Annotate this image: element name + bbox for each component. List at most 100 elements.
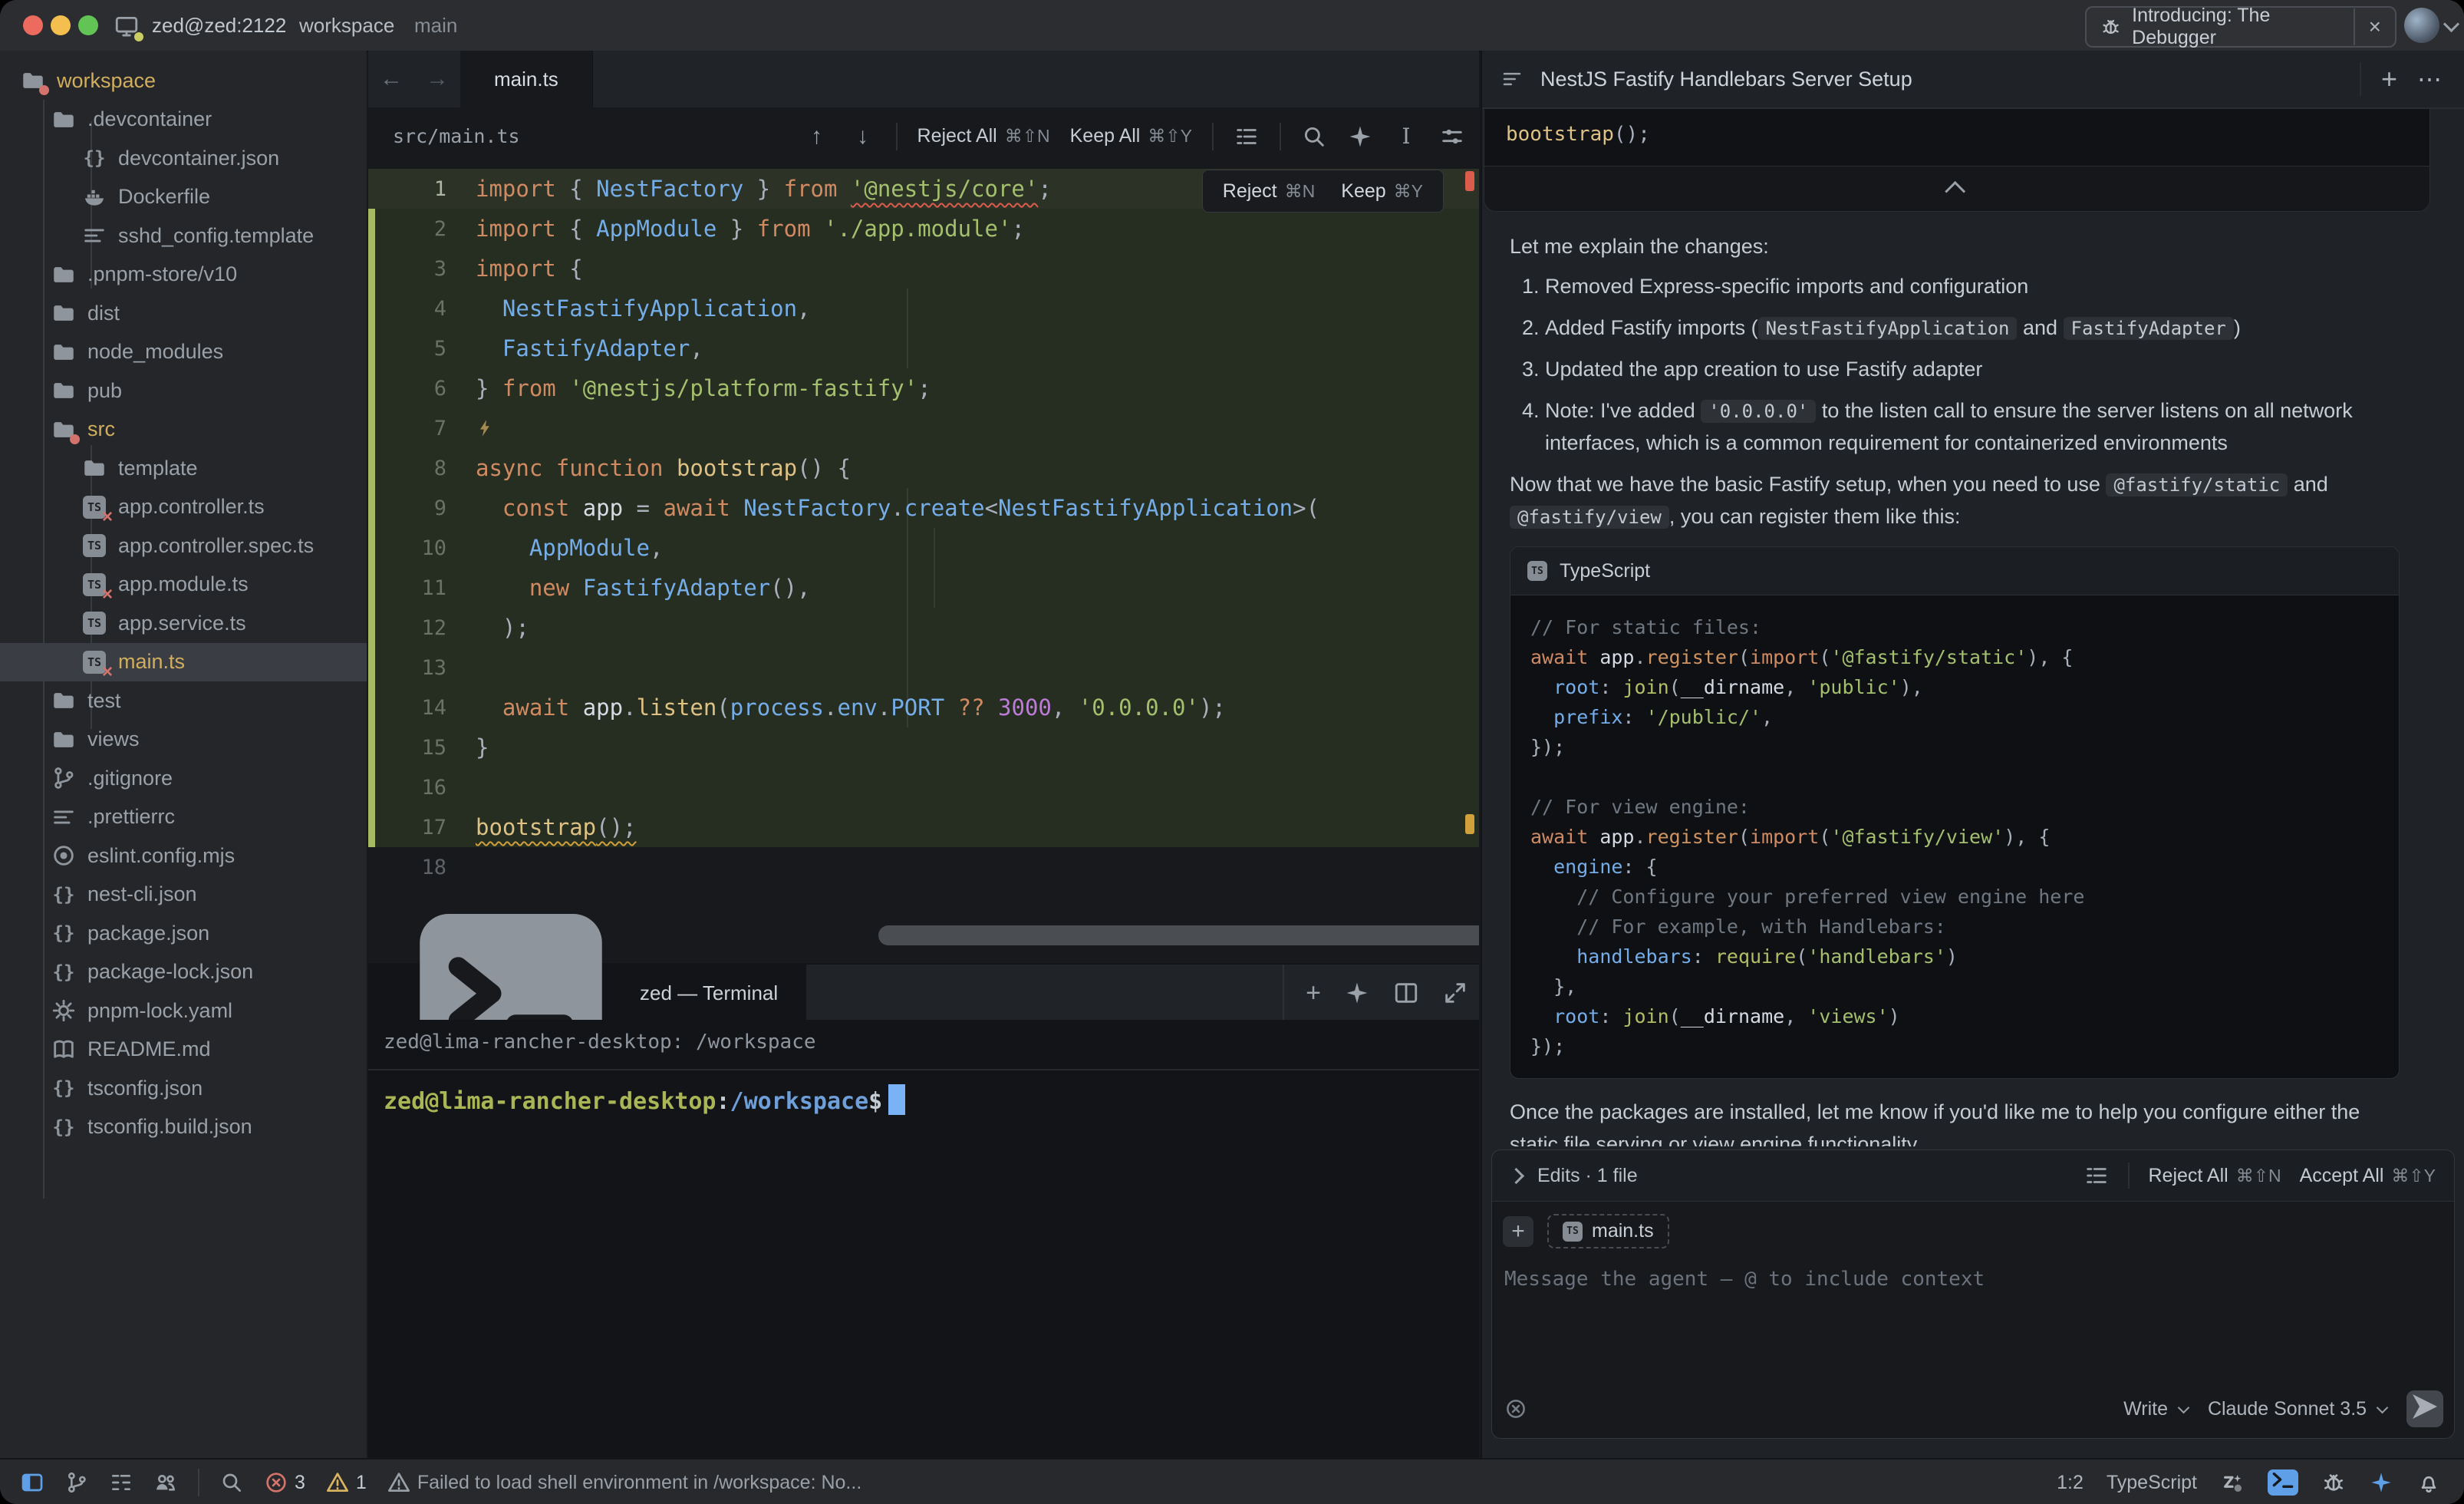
code-line-13[interactable]: 13 [368, 648, 1479, 688]
mode-selector[interactable]: Write [2123, 1398, 2188, 1420]
nav-forward-icon[interactable]: → [426, 66, 449, 92]
sidebar-item-package-json[interactable]: {}package.json [0, 914, 367, 952]
warning-count[interactable]: 1 [325, 1470, 367, 1495]
sidebar-item-package-lock-json[interactable]: {}package-lock.json [0, 953, 367, 991]
code-line-9[interactable]: 9 const app = await NestFactory.create<N… [368, 488, 1479, 528]
outline-panel-icon[interactable] [109, 1470, 133, 1495]
new-terminal-icon[interactable]: + [1306, 978, 1321, 1008]
terminal[interactable]: zed@lima-rancher-desktop: /workspace zed… [368, 1020, 1479, 1458]
new-thread-button[interactable]: + [2361, 63, 2417, 95]
context-chip-main-ts[interactable]: TS main.ts [1547, 1214, 1669, 1248]
sidebar-item-test[interactable]: test [0, 681, 367, 720]
close-window-button[interactable] [23, 15, 43, 35]
hunk-keep-button[interactable]: Keep⌘Y [1341, 180, 1423, 203]
terminal-panel-toggle-icon[interactable] [2268, 1469, 2298, 1496]
code-line-4[interactable]: 4 NestFastifyApplication, [368, 289, 1479, 328]
selection-mode-icon[interactable]: I [1393, 124, 1419, 150]
sidebar-item-src[interactable]: src [0, 411, 367, 449]
code-line-7[interactable]: 7 [368, 408, 1479, 448]
sidebar-item-dockerfile[interactable]: Dockerfile [0, 178, 367, 216]
nav-back-icon[interactable]: ← [380, 66, 403, 92]
sidebar-item-template[interactable]: template [0, 449, 367, 487]
zoom-window-button[interactable] [78, 15, 98, 35]
avatar[interactable] [2404, 8, 2439, 43]
collab-panel-icon[interactable] [153, 1470, 178, 1495]
burn-mode-icon[interactable] [1504, 1397, 1527, 1420]
project-panel-toggle-icon[interactable] [20, 1470, 44, 1495]
tab-main-ts[interactable]: main.ts [460, 51, 593, 107]
debugger-icon[interactable] [2321, 1470, 2346, 1495]
sidebar-item-readme-md[interactable]: README.md [0, 1031, 367, 1069]
horizontal-scrollbar[interactable] [878, 925, 1479, 945]
terminal-tab[interactable]: zed — Terminal [368, 965, 806, 1021]
cursor-position[interactable]: 1:2 [2057, 1472, 2084, 1494]
add-context-button[interactable]: + [1503, 1216, 1533, 1247]
edits-reject-all-button[interactable]: Reject All⌘⇧N [2148, 1165, 2281, 1187]
editor-controls-icon[interactable] [1439, 124, 1465, 150]
sidebar-item-tsconfig-build-json[interactable]: {}tsconfig.build.json [0, 1108, 367, 1146]
send-button[interactable] [2406, 1390, 2443, 1427]
assistant-panel-toggle-icon[interactable] [2369, 1470, 2393, 1495]
notification-close-button[interactable]: × [2355, 15, 2395, 39]
message-composer[interactable]: + TS main.ts Message the agent – @ to in… [1492, 1202, 2454, 1438]
chevron-right-icon[interactable] [1508, 1167, 1524, 1183]
sidebar-item-app-service-ts[interactable]: TSapp.service.ts [0, 604, 367, 642]
sidebar-item-app-controller-spec-ts[interactable]: TSapp.controller.spec.ts [0, 526, 367, 565]
agent-conversation[interactable]: bootstrap(); Let me explain the changes:… [1482, 109, 2464, 1146]
sidebar-item-app-controller-ts[interactable]: TS×app.controller.ts [0, 488, 367, 526]
code-line-16[interactable]: 16 [368, 767, 1479, 807]
terminal-assist-icon[interactable] [1344, 980, 1370, 1006]
sidebar-item-tsconfig-json[interactable]: {}tsconfig.json [0, 1069, 367, 1107]
language-selector[interactable]: TypeScript [2107, 1472, 2197, 1494]
sidebar-item-sshd-config-template[interactable]: sshd_config.template [0, 216, 367, 255]
code-line-11[interactable]: 11 new FastifyAdapter(), [368, 568, 1479, 608]
sidebar-item-node-modules[interactable]: node_modules [0, 333, 367, 371]
code-line-8[interactable]: 8async function bootstrap() { [368, 448, 1479, 488]
code-line-2[interactable]: 2import { AppModule } from './app.module… [368, 209, 1479, 249]
user-menu-chevron-icon[interactable] [2446, 18, 2457, 34]
buffer-search-icon[interactable] [1301, 124, 1327, 150]
project-search-icon[interactable] [219, 1470, 244, 1495]
sidebar-item--pnpm-store-v10[interactable]: .pnpm-store/v10 [0, 256, 367, 294]
model-selector[interactable]: Claude Sonnet 3.5 [2208, 1398, 2387, 1420]
inline-assist-icon[interactable] [1347, 124, 1373, 150]
maximize-panel-icon[interactable] [1442, 980, 1468, 1006]
notifications-icon[interactable] [2416, 1470, 2441, 1495]
code-line-14[interactable]: 14 await app.listen(process.env.PORT ?? … [368, 688, 1479, 727]
code-line-12[interactable]: 12 ); [368, 608, 1479, 648]
thread-title[interactable]: NestJS Fastify Handlebars Server Setup [1540, 68, 1912, 91]
code-editor[interactable]: 1import { NestFactory } from '@nestjs/co… [368, 165, 1479, 963]
sidebar-item-workspace[interactable]: workspace [0, 61, 367, 100]
hunk-reject-button[interactable]: Reject⌘N [1223, 180, 1316, 203]
sidebar-item-app-module-ts[interactable]: TS×app.module.ts [0, 566, 367, 604]
minimize-window-button[interactable] [51, 15, 71, 35]
reject-all-button[interactable]: Reject All⌘⇧N [917, 125, 1050, 147]
sidebar-item-pub[interactable]: pub [0, 371, 367, 410]
collapse-code-button[interactable] [1484, 166, 2429, 211]
sidebar-item-dist[interactable]: dist [0, 294, 367, 332]
edit-prediction-icon[interactable] [2220, 1470, 2245, 1495]
remote-host[interactable]: zed@zed:2122 [152, 0, 286, 51]
thread-history-icon[interactable] [1500, 68, 1524, 91]
code-line-6[interactable]: 6} from '@nestjs/platform-fastify'; [368, 368, 1479, 408]
sidebar-item-main-ts[interactable]: TS×main.ts [0, 643, 367, 681]
project-name[interactable]: workspace [299, 0, 394, 51]
edits-summary[interactable]: Edits · 1 file [1537, 1165, 1638, 1187]
debugger-notification[interactable]: Introducing: The Debugger × [2085, 6, 2396, 48]
shell-env-message[interactable]: Failed to load shell environment in /wor… [387, 1470, 861, 1495]
split-pane-icon[interactable] [1393, 980, 1419, 1006]
sidebar-item-views[interactable]: views [0, 721, 367, 759]
keep-all-button[interactable]: Keep All⌘⇧Y [1070, 125, 1192, 147]
prev-hunk-icon[interactable]: ↑ [804, 124, 830, 150]
review-list-icon[interactable] [1234, 124, 1260, 150]
git-branch[interactable]: main [414, 0, 457, 51]
breadcrumb[interactable]: src/main.ts [393, 125, 520, 147]
code-line-15[interactable]: 15} [368, 727, 1479, 767]
sidebar-item-devcontainer-json[interactable]: {}devcontainer.json [0, 139, 367, 177]
edits-accept-all-button[interactable]: Accept All⌘⇧Y [2300, 1165, 2436, 1187]
code-line-17[interactable]: 17bootstrap(); [368, 807, 1479, 847]
sidebar-item--devcontainer[interactable]: .devcontainer [0, 101, 367, 139]
review-edits-icon[interactable] [2084, 1163, 2110, 1189]
error-count[interactable]: 3 [264, 1470, 305, 1495]
code-line-5[interactable]: 5 FastifyAdapter, [368, 328, 1479, 368]
